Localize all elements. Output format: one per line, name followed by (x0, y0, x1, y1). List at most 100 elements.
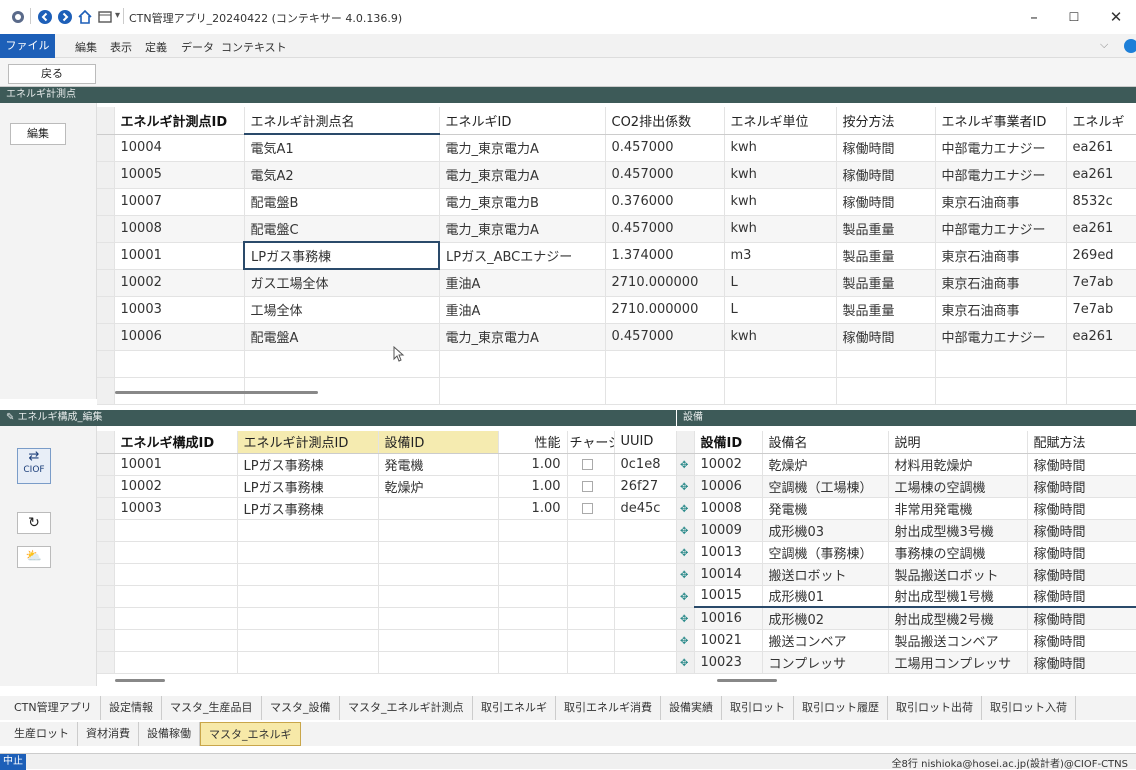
table-cell[interactable]: LPガス_ABCエナジー (439, 242, 606, 270)
refresh-button[interactable]: ↻ (17, 512, 51, 534)
table-cell[interactable]: 稼働時間 (836, 134, 936, 162)
tab-tabs_row1-9[interactable]: 取引ロット履歴 (794, 696, 888, 720)
table-cell[interactable]: 重油A (439, 296, 606, 324)
table-row[interactable]: 10003 LPガス事務棟 1.00 de45c (97, 497, 677, 520)
table-cell[interactable]: 東京石油商事 (935, 296, 1067, 324)
tab-tabs_row2-3[interactable]: マスタ_エネルギ (200, 722, 301, 746)
maximize-icon[interactable]: ☐ (1054, 4, 1094, 30)
column-header[interactable]: エネルギ計測点ID (237, 431, 379, 454)
column-header[interactable]: 設備ID (378, 431, 499, 454)
table-cell[interactable]: 工場用コンプレッサ (888, 651, 1028, 674)
table-cell[interactable]: 稼働時間 (836, 188, 936, 216)
table-cell[interactable]: 26f27 (614, 475, 677, 498)
table-cell[interactable]: LPガス事務棟 (237, 475, 379, 498)
tab-tabs_row1-10[interactable]: 取引ロット出荷 (888, 696, 982, 720)
table-cell[interactable]: 空調機（工場棟） (762, 475, 889, 498)
table-cell[interactable]: LPガス事務棟 (243, 241, 440, 270)
column-header[interactable]: エネルギ構成ID (114, 431, 238, 454)
table-row[interactable]: ✥ 10002 乾燥炉 材料用乾燥炉 稼働時間 (677, 453, 1136, 476)
table-cell[interactable]: 稼働時間 (836, 161, 936, 189)
tab-tabs_row1-11[interactable]: 取引ロット入荷 (982, 696, 1076, 720)
menu-file[interactable]: ファイル (0, 34, 55, 58)
table-cell[interactable]: 0.457000 (605, 323, 725, 351)
table-cell[interactable]: 製品重量 (836, 296, 936, 324)
row-selector[interactable] (97, 215, 115, 243)
table-cell[interactable]: 乾燥炉 (378, 475, 499, 498)
tab-tabs_row1-2[interactable]: マスタ_生産品目 (162, 696, 262, 720)
table-row[interactable]: 10008 配電盤C 電力_東京電力A 0.457000 kwh 製品重量 中部電力エナジー… (97, 215, 1136, 243)
table-cell[interactable]: 非常用発電機 (888, 497, 1028, 520)
tab-tabs_row2-0[interactable]: 生産ロット (6, 722, 78, 746)
table-row[interactable]: ✥ 10006 空調機（工場棟） 工場棟の空調機 稼働時間 (677, 475, 1136, 498)
tab-tabs_row1-1[interactable]: 設定情報 (101, 696, 162, 720)
table-cell[interactable]: 8532c (1066, 188, 1136, 216)
row-selector[interactable] (97, 242, 115, 270)
table-cell[interactable]: 稼働時間 (1027, 629, 1136, 652)
table-cell[interactable]: de45c (614, 497, 677, 520)
table-cell[interactable]: 東京石油商事 (935, 188, 1067, 216)
menu-context[interactable]: コンテキスト (221, 39, 287, 55)
table-row[interactable]: ✥ 10015 成形機01 射出成型機1号機 稼働時間 (677, 585, 1136, 608)
table-cell[interactable]: 製品重量 (836, 215, 936, 243)
table-cell[interactable]: 稼働時間 (1027, 607, 1136, 630)
table-row[interactable]: 10003 工場全体 重油A 2710.000000 L 製品重量 東京石油商事 7e7ab (97, 296, 1136, 324)
column-header[interactable]: 按分方法 (836, 107, 936, 135)
table-cell[interactable]: 東京石油商事 (935, 242, 1067, 270)
column-header[interactable]: エネルギ計測点ID (114, 107, 245, 135)
forward-nav-icon[interactable] (57, 9, 73, 25)
table-cell[interactable]: kwh (724, 323, 837, 351)
table-cell[interactable]: 10013 (694, 541, 763, 564)
table-row[interactable]: ✥ 10023 コンプレッサ 工場用コンプレッサ 稼働時間 (677, 651, 1136, 674)
table-cell[interactable]: 10014 (694, 563, 763, 586)
table-cell[interactable]: 10021 (694, 629, 763, 652)
table-cell[interactable]: 2710.000000 (605, 296, 725, 324)
table-cell[interactable]: 7e7ab (1066, 269, 1136, 297)
table-cell[interactable]: L (724, 296, 837, 324)
table-cell[interactable]: 材料用乾燥炉 (888, 453, 1028, 476)
column-header[interactable]: CO2排出係数 (605, 107, 725, 135)
table-cell[interactable]: 射出成型機1号機 (888, 585, 1028, 608)
table-cell[interactable]: 電力_東京電力A (439, 161, 606, 189)
table-row[interactable]: ✥ 10008 発電機 非常用発電機 稼働時間 (677, 497, 1136, 520)
table-cell[interactable]: 10003 (114, 497, 238, 520)
table-cell[interactable]: 空調機（事務棟） (762, 541, 889, 564)
row-selector[interactable] (97, 453, 115, 476)
column-header[interactable]: UUID (614, 431, 677, 454)
window-menu-icon[interactable] (97, 9, 113, 25)
tab-tabs_row1-6[interactable]: 取引エネルギ消費 (556, 696, 661, 720)
table-cell[interactable]: 製品搬送コンベア (888, 629, 1028, 652)
row-selector[interactable] (97, 134, 115, 162)
column-header[interactable]: エネルギ事業者ID (935, 107, 1067, 135)
menu-define[interactable]: 定義 (145, 39, 167, 55)
table-row[interactable]: 10005 電気A2 電力_東京電力A 0.457000 kwh 稼働時間 中部電力エナジー… (97, 161, 1136, 189)
row-selector[interactable] (97, 296, 115, 324)
table-cell[interactable]: LPガス事務棟 (237, 453, 379, 476)
table-row[interactable]: 10007 配電盤B 電力_東京電力B 0.376000 kwh 稼働時間 東京石油商事 85… (97, 188, 1136, 216)
table-cell[interactable] (378, 497, 499, 520)
table-row[interactable]: ✥ 10013 空調機（事務棟） 事務棟の空調機 稼働時間 (677, 541, 1136, 564)
table-cell[interactable]: 電気A1 (244, 134, 440, 162)
table-cell[interactable]: 0c1e8 (614, 453, 677, 476)
tab-tabs_row2-1[interactable]: 資材消費 (78, 722, 139, 746)
menu-view[interactable]: 表示 (110, 39, 132, 55)
column-header[interactable]: エネルギ計測点名 (244, 107, 440, 135)
table-cell[interactable]: 中部電力エナジー (935, 215, 1067, 243)
table-cell[interactable]: 成形機01 (762, 585, 889, 608)
tab-tabs_row1-0[interactable]: CTN管理アプリ (6, 696, 101, 720)
table-row[interactable]: 10002 LPガス事務棟 乾燥炉 1.00 26f27 (97, 475, 677, 498)
table-cell[interactable]: 製品搬送ロボット (888, 563, 1028, 586)
charge-checkbox[interactable] (581, 458, 593, 470)
tab-tabs_row1-5[interactable]: 取引エネルギ (473, 696, 556, 720)
table-cell[interactable]: 10003 (114, 296, 245, 324)
table-cell[interactable]: 電力_東京電力B (439, 188, 606, 216)
table-cell[interactable]: 10015 (694, 585, 763, 608)
column-header[interactable]: 説明 (888, 431, 1028, 454)
table-cell[interactable]: 製品重量 (836, 269, 936, 297)
table-cell[interactable]: 事務棟の空調機 (888, 541, 1028, 564)
chevron-down-icon[interactable]: ⌵ (1100, 38, 1108, 52)
table-cell[interactable]: 10002 (694, 453, 763, 476)
table-cell[interactable]: kwh (724, 188, 837, 216)
table-cell[interactable]: 10005 (114, 161, 245, 189)
table-cell[interactable]: ガス工場全体 (244, 269, 440, 297)
table-cell[interactable]: 搬送コンベア (762, 629, 889, 652)
